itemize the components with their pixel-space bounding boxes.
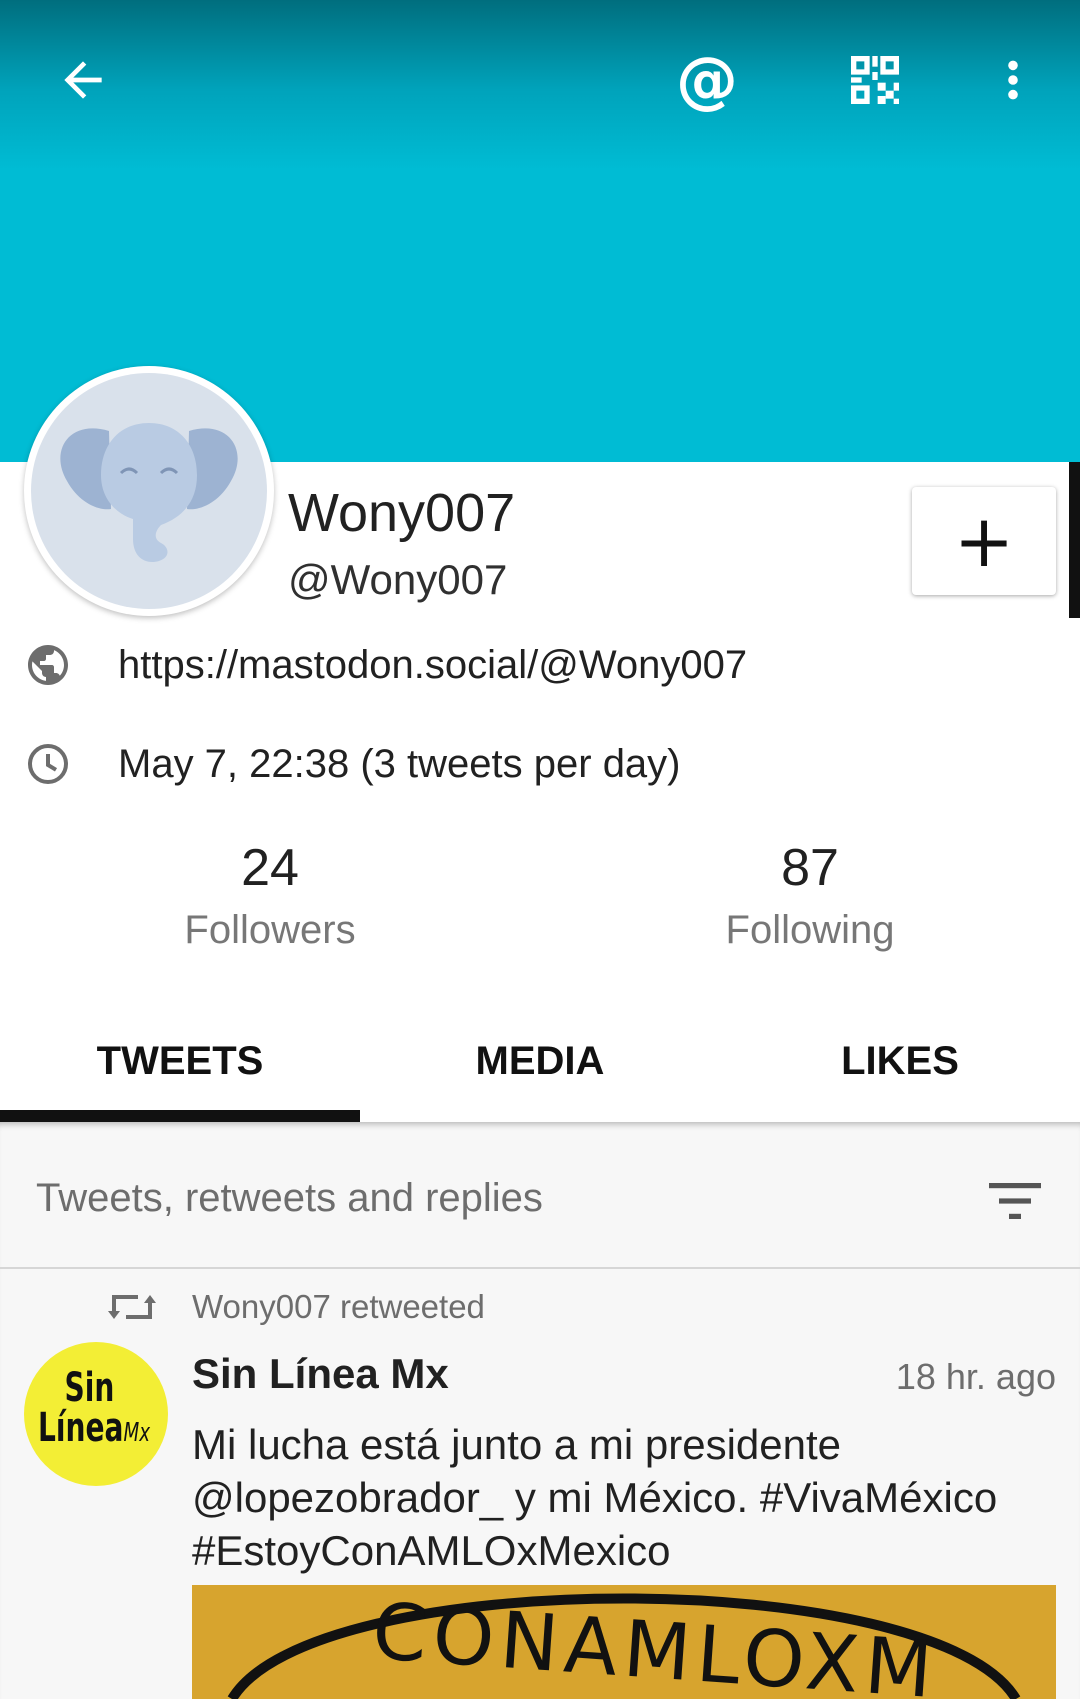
following-count: 87 xyxy=(781,839,839,897)
selected-tab-indicator xyxy=(0,1110,360,1122)
mention-icon: @ xyxy=(676,43,738,116)
more-options-button[interactable] xyxy=(958,30,1068,130)
followers-count: 24 xyxy=(241,839,299,897)
back-arrow-icon xyxy=(64,61,102,99)
tab-media[interactable]: MEDIA xyxy=(360,1006,720,1116)
post-author-avatar[interactable]: Sin LíneaMx xyxy=(24,1342,168,1486)
joined-info: May 7, 22:38 (3 tweets per day) xyxy=(118,741,681,786)
tab-tweets[interactable]: TWEETS xyxy=(0,1006,360,1116)
following-stat[interactable]: 87 Following xyxy=(660,836,960,960)
followers-label: Followers xyxy=(184,908,356,952)
qr-code-button[interactable] xyxy=(820,30,930,130)
display-name: Wony007 xyxy=(288,483,516,543)
post-body-text: Mi lucha está junto a mi presidente @lop… xyxy=(192,1421,998,1574)
clock-icon xyxy=(28,744,68,784)
post-timestamp: 18 hr. ago xyxy=(895,1356,1056,1397)
filter-label: Tweets, retweets and replies xyxy=(36,1176,543,1220)
followers-stat[interactable]: 24 Followers xyxy=(120,836,420,960)
scroll-edge-indicator xyxy=(1069,462,1080,618)
more-vert-icon xyxy=(1008,60,1018,100)
following-label: Following xyxy=(725,908,895,952)
globe-icon xyxy=(28,645,68,685)
post-avatar-logo: Sin LíneaMx xyxy=(38,1365,151,1451)
tab-likes[interactable]: LIKES xyxy=(720,1006,1080,1116)
website-link[interactable]: https://mastodon.social/@Wony007 xyxy=(118,643,747,688)
filter-button[interactable] xyxy=(970,1166,1060,1236)
username-handle: @Wony007 xyxy=(288,556,508,603)
filter-icon xyxy=(989,1183,1041,1219)
post-media-image[interactable]: CONAMLOXM xyxy=(192,1585,1056,1699)
retweet-label: Wony007 retweeted xyxy=(192,1288,485,1325)
website-row[interactable]: https://mastodon.social/@Wony007 xyxy=(24,641,747,689)
retweet-icon xyxy=(108,1295,156,1319)
joined-row: May 7, 22:38 (3 tweets per day) xyxy=(24,740,681,788)
plus-icon: + xyxy=(953,499,1015,583)
profile-avatar[interactable] xyxy=(24,366,274,616)
qr-code-icon xyxy=(851,56,899,104)
follow-button[interactable]: + xyxy=(912,487,1056,595)
back-button[interactable] xyxy=(28,30,138,130)
feed-divider xyxy=(0,1267,1080,1269)
post-author-name[interactable]: Sin Línea Mx xyxy=(192,1350,449,1398)
elephant-avatar-icon xyxy=(60,423,238,563)
mention-button[interactable]: @ xyxy=(652,30,762,130)
